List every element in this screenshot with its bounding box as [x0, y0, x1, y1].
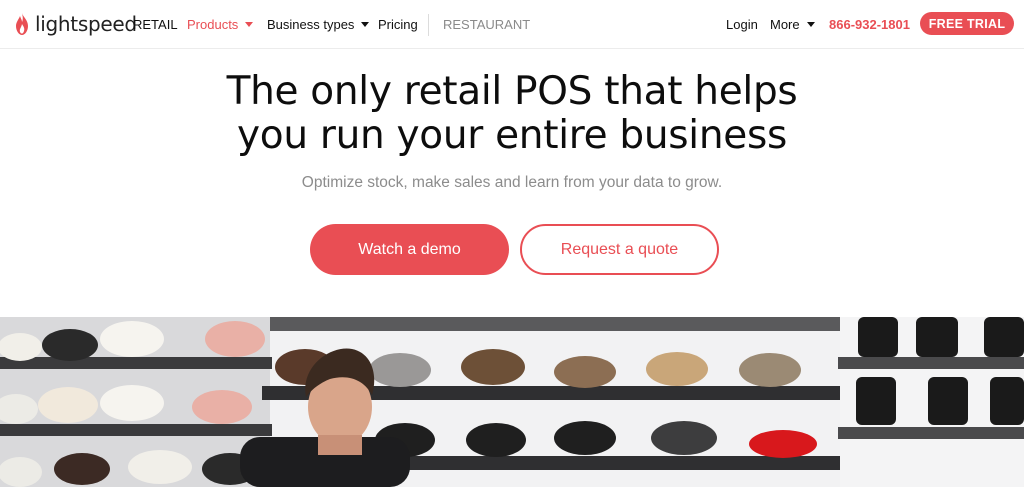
nav-products[interactable]: Products: [187, 17, 254, 32]
phone-link[interactable]: 866-932-1801: [829, 17, 910, 32]
lightspeed-logo[interactable]: lightspeed: [13, 11, 137, 37]
nav-retail[interactable]: RETAIL: [133, 17, 178, 32]
caret-down-icon: [245, 22, 254, 27]
top-navigation: lightspeed RETAIL Products Business type…: [0, 0, 1024, 49]
logo-wordmark: lightspeed: [35, 12, 137, 36]
nav-login[interactable]: Login: [726, 17, 758, 32]
hero-subhead: Optimize stock, make sales and learn fro…: [301, 174, 723, 191]
nav-more[interactable]: More: [770, 17, 815, 32]
watch-demo-button[interactable]: Watch a demo: [310, 224, 509, 275]
nav-business-types[interactable]: Business types: [267, 17, 370, 32]
nav-divider: [428, 14, 429, 36]
nav-restaurant[interactable]: RESTAURANT: [443, 17, 530, 32]
hero-photo-store-caps: [0, 317, 1024, 487]
nav-pricing[interactable]: Pricing: [378, 17, 418, 32]
caret-down-icon: [806, 22, 815, 27]
nav-more-label: More: [770, 17, 800, 32]
request-quote-button[interactable]: Request a quote: [520, 224, 719, 275]
free-trial-button[interactable]: FREE TRIAL: [920, 12, 1014, 35]
nav-business-types-label: Business types: [267, 17, 355, 32]
hero-headline-line-2: you run your entire business: [237, 113, 787, 158]
hero-headline-line-1: The only retail POS that helps: [226, 69, 798, 114]
hero-headline: The only retail POS that helps you run y…: [0, 70, 1024, 158]
nav-products-label: Products: [187, 17, 239, 32]
flame-icon: [16, 13, 28, 35]
caret-down-icon: [361, 22, 370, 27]
store-shelves-illustration: [0, 317, 1024, 487]
